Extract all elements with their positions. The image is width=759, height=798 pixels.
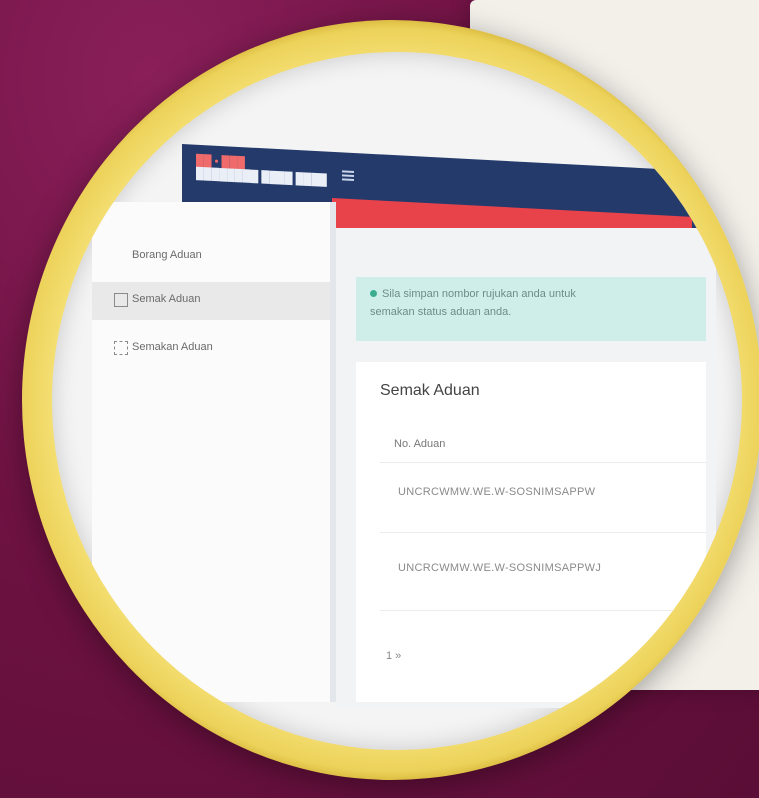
alert-text-line1: Sila simpan nombor rujukan anda untuk (382, 288, 576, 300)
app-logo[interactable]: ██ • ███ ████████ ████ ████ (196, 155, 327, 188)
card-title: Semak Aduan (380, 382, 480, 399)
sidebar (92, 202, 332, 702)
sidebar-item-label: Semakan Aduan (132, 341, 213, 353)
row-divider (380, 610, 706, 611)
sidebar-item-semak-aduan[interactable]: Semak Aduan (92, 282, 332, 320)
column-header-no-aduan: No. Aduan (394, 438, 446, 450)
table-row[interactable]: UNCRCWMW.WE.W-SOSNIMSAPPWJ (398, 562, 601, 574)
table-row[interactable]: UNCRCWMW.WE.W-SOSNIMSAPPW (398, 486, 595, 498)
sidebar-item-label: Semak Aduan (132, 293, 201, 305)
semak-aduan-card: Semak Aduan No. Aduan UNCRCWMW.WE.W-SOSN… (356, 362, 706, 702)
pagination[interactable]: 1 » (386, 650, 401, 662)
info-alert: Sila simpan nombor rujukan anda untuk se… (356, 277, 706, 341)
alert-text-line2: semakan status aduan anda. (370, 306, 512, 318)
list-icon (114, 293, 128, 307)
document-icon (114, 341, 128, 355)
magnified-screen: ██ • ███ ████████ ████ ████ Borang Aduan… (52, 52, 742, 750)
row-divider (380, 462, 706, 463)
row-divider (380, 532, 706, 533)
info-dot-icon (370, 290, 377, 297)
sidebar-item-label: Borang Aduan (132, 249, 202, 261)
app-screen: ██ • ███ ████████ ████ ████ Borang Aduan… (52, 52, 742, 750)
hamburger-menu-icon[interactable] (342, 168, 354, 183)
